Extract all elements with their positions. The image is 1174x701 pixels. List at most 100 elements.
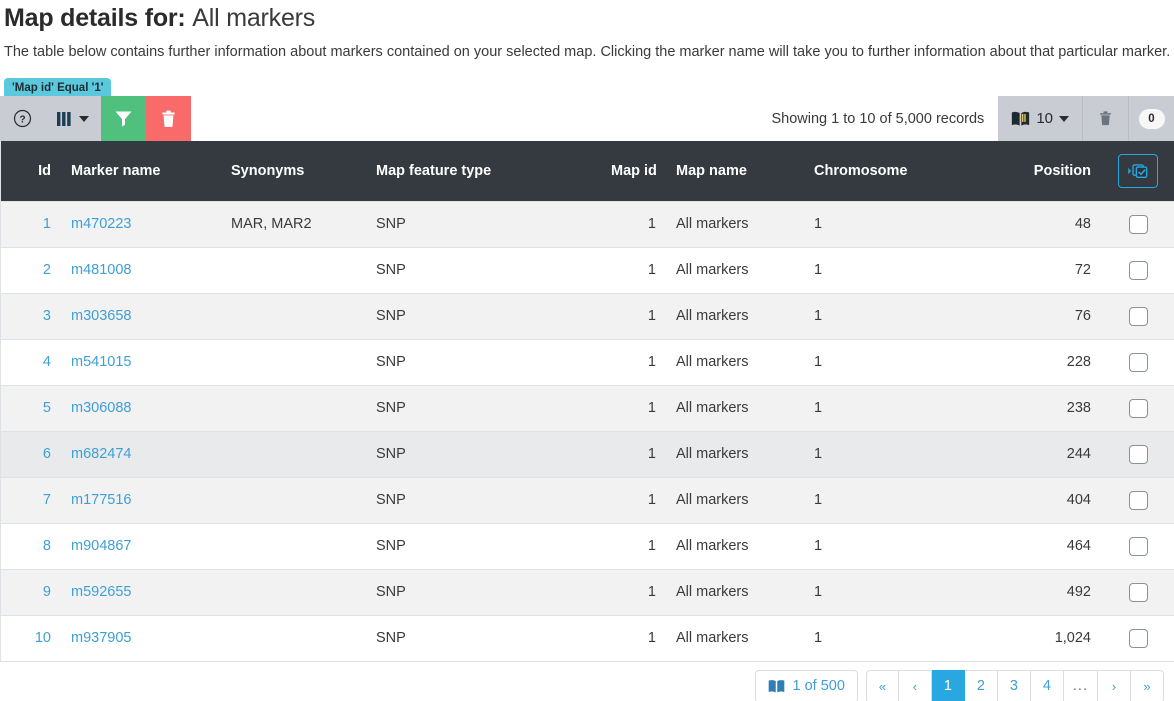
pagination-first[interactable]: « bbox=[865, 669, 899, 701]
cell-id: 1 bbox=[1, 200, 61, 248]
cell-id: 7 bbox=[1, 476, 61, 524]
table-row[interactable]: 2 m481008 SNP 1 All markers 1 72 bbox=[1, 246, 1174, 294]
cell-map-id: 1 bbox=[601, 614, 666, 662]
pagination: 1 of 500 «‹ 1 2 3 4... ›» bbox=[0, 662, 1174, 701]
selected-count-button[interactable]: 0 bbox=[1128, 96, 1174, 141]
select-all-button[interactable] bbox=[1118, 153, 1158, 188]
column-header-map-feature-type[interactable]: Map feature type bbox=[366, 141, 601, 201]
column-visibility-button[interactable] bbox=[45, 96, 101, 141]
records-summary: Showing 1 to 10 of 5,000 records bbox=[771, 110, 985, 127]
pagination-next[interactable]: › bbox=[1098, 669, 1131, 701]
cell-position: 492 bbox=[964, 568, 1101, 616]
row-checkbox[interactable] bbox=[1128, 536, 1148, 556]
row-checkbox[interactable] bbox=[1128, 582, 1148, 602]
row-checkbox[interactable] bbox=[1128, 306, 1148, 326]
apply-filter-button[interactable] bbox=[101, 96, 146, 141]
column-header-select bbox=[1101, 141, 1174, 201]
table-toolbar: ? Showing 1 to 10 of 5,000 records 10 0 bbox=[0, 96, 1174, 141]
cell-chromosome: 1 bbox=[804, 338, 964, 386]
marker-name-link[interactable]: m306088 bbox=[71, 400, 131, 416]
column-header-position[interactable]: Position bbox=[964, 141, 1101, 201]
row-checkbox[interactable] bbox=[1128, 490, 1148, 510]
pagination-ellipsis[interactable]: ... bbox=[1063, 669, 1098, 701]
marker-name-link[interactable]: m904867 bbox=[71, 538, 131, 554]
book-icon bbox=[768, 679, 785, 694]
cell-synonyms: MAR, MAR2 bbox=[221, 200, 366, 248]
cell-marker-name: m481008 bbox=[61, 246, 221, 294]
marker-name-link[interactable]: m303658 bbox=[71, 308, 131, 324]
cell-id: 9 bbox=[1, 568, 61, 616]
delete-selected-button[interactable] bbox=[1082, 96, 1128, 141]
page-indicator-label: 1 of 500 bbox=[792, 678, 845, 694]
cell-map-id: 1 bbox=[601, 200, 666, 248]
row-checkbox[interactable] bbox=[1128, 628, 1148, 648]
marker-name-link[interactable]: m937905 bbox=[71, 630, 131, 646]
marker-name-link[interactable]: m682474 bbox=[71, 446, 131, 462]
cell-position: 76 bbox=[964, 292, 1101, 340]
marker-name-link[interactable]: m481008 bbox=[71, 262, 131, 278]
pagination-group: 1 of 500 «‹ 1 2 3 4... ›» bbox=[755, 669, 1164, 701]
cell-map-feature-type: SNP bbox=[366, 200, 601, 248]
cell-chromosome: 1 bbox=[804, 384, 964, 432]
cell-position: 464 bbox=[964, 522, 1101, 570]
pagination-page-4[interactable]: 4 bbox=[1030, 669, 1064, 701]
table-row[interactable]: 9 m592655 SNP 1 All markers 1 492 bbox=[1, 568, 1174, 616]
pagination-page-2[interactable]: 2 bbox=[964, 669, 998, 701]
cell-map-id: 1 bbox=[601, 384, 666, 432]
cell-synonyms bbox=[221, 246, 366, 294]
pagination-prev[interactable]: ‹ bbox=[898, 669, 932, 701]
markers-table-body: 1 m470223 MAR, MAR2 SNP 1 All markers 1 48 2 m481… bbox=[1, 200, 1174, 662]
cell-map-name: All markers bbox=[666, 246, 804, 294]
cell-marker-name: m592655 bbox=[61, 568, 221, 616]
row-checkbox[interactable] bbox=[1128, 352, 1148, 372]
cell-synonyms bbox=[221, 338, 366, 386]
cell-chromosome: 1 bbox=[804, 200, 964, 248]
markers-table-head: Id Marker name Synonyms Map feature type… bbox=[1, 141, 1174, 201]
column-header-chromosome[interactable]: Chromosome bbox=[804, 141, 964, 201]
marker-name-link[interactable]: m541015 bbox=[71, 354, 131, 370]
table-row[interactable]: 4 m541015 SNP 1 All markers 1 228 bbox=[1, 338, 1174, 386]
row-checkbox[interactable] bbox=[1128, 214, 1148, 234]
table-row[interactable]: 1 m470223 MAR, MAR2 SNP 1 All markers 1 48 bbox=[1, 200, 1174, 248]
column-header-map-id[interactable]: Map id bbox=[601, 141, 666, 201]
column-header-map-name[interactable]: Map name bbox=[666, 141, 804, 201]
table-row[interactable]: 3 m303658 SNP 1 All markers 1 76 bbox=[1, 292, 1174, 340]
table-row[interactable]: 10 m937905 SNP 1 All markers 1 1,024 bbox=[1, 614, 1174, 662]
pagination-last[interactable]: » bbox=[1131, 669, 1164, 701]
marker-name-link[interactable]: m177516 bbox=[71, 492, 131, 508]
cell-select bbox=[1101, 384, 1174, 432]
row-checkbox[interactable] bbox=[1128, 260, 1148, 280]
cell-marker-name: m541015 bbox=[61, 338, 221, 386]
marker-name-link[interactable]: m592655 bbox=[71, 584, 131, 600]
help-button[interactable]: ? bbox=[0, 96, 45, 141]
row-checkbox[interactable] bbox=[1128, 444, 1148, 464]
cell-map-feature-type: SNP bbox=[366, 292, 601, 340]
cell-id: 6 bbox=[1, 430, 61, 478]
table-row[interactable]: 8 m904867 SNP 1 All markers 1 464 bbox=[1, 522, 1174, 570]
cell-position: 244 bbox=[964, 430, 1101, 478]
clear-filter-button[interactable] bbox=[146, 96, 191, 141]
cell-map-id: 1 bbox=[601, 292, 666, 340]
toolbar-right-group: Showing 1 to 10 of 5,000 records 10 0 bbox=[772, 96, 1174, 141]
pagination-page-1[interactable]: 1 bbox=[931, 669, 965, 701]
page-size-selector[interactable]: 10 bbox=[998, 96, 1082, 141]
marker-name-link[interactable]: m470223 bbox=[71, 216, 131, 232]
header-row: Id Marker name Synonyms Map feature type… bbox=[1, 141, 1174, 201]
row-checkbox[interactable] bbox=[1128, 398, 1148, 418]
cell-chromosome: 1 bbox=[804, 430, 964, 478]
table-row[interactable]: 7 m177516 SNP 1 All markers 1 404 bbox=[1, 476, 1174, 524]
column-header-id[interactable]: Id bbox=[1, 141, 61, 201]
page-indicator[interactable]: 1 of 500 bbox=[755, 669, 858, 701]
trash-icon bbox=[160, 110, 177, 128]
cell-marker-name: m937905 bbox=[61, 614, 221, 662]
cell-map-id: 1 bbox=[601, 568, 666, 616]
table-row[interactable]: 6 m682474 SNP 1 All markers 1 244 bbox=[1, 430, 1174, 478]
column-header-synonyms[interactable]: Synonyms bbox=[221, 141, 366, 201]
cell-select bbox=[1101, 338, 1174, 386]
table-row[interactable]: 5 m306088 SNP 1 All markers 1 238 bbox=[1, 384, 1174, 432]
column-header-marker-name[interactable]: Marker name bbox=[61, 141, 221, 201]
cell-select bbox=[1101, 200, 1174, 248]
page-size-value: 10 bbox=[1036, 110, 1053, 127]
pagination-page-3[interactable]: 3 bbox=[997, 669, 1031, 701]
chevron-down-icon bbox=[1059, 115, 1069, 122]
